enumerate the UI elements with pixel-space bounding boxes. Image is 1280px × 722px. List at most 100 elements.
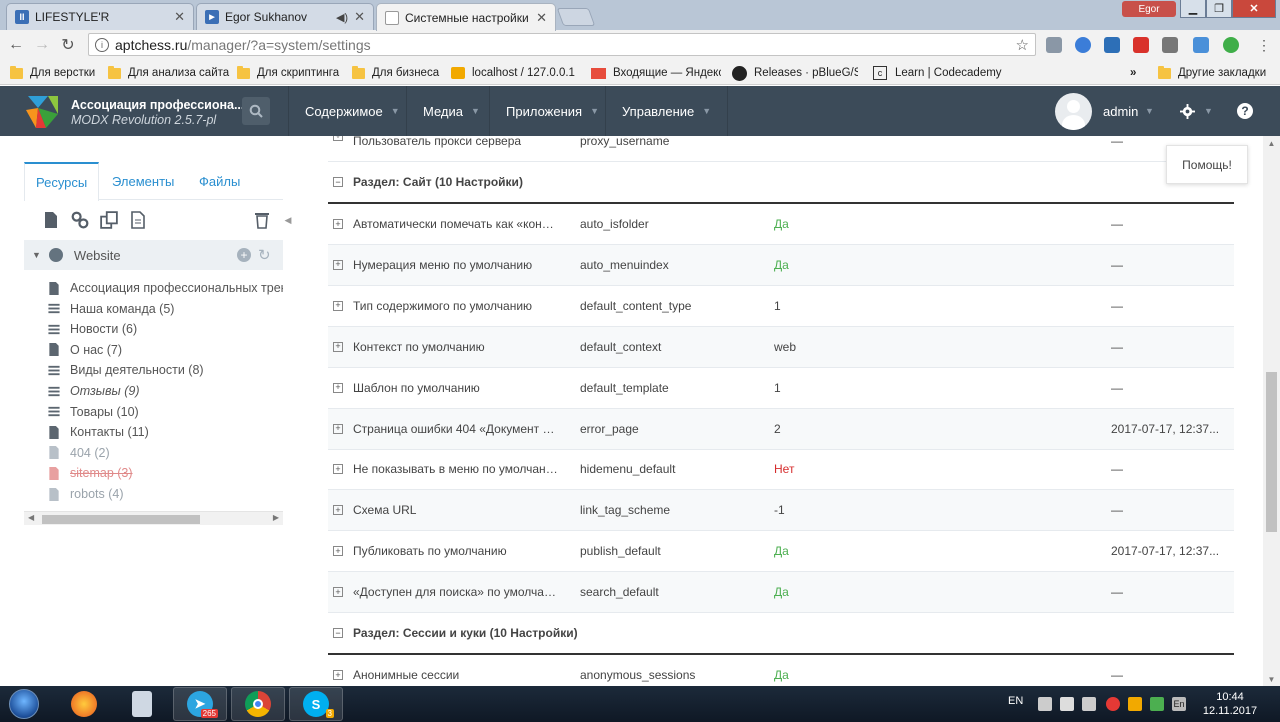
expand-row-icon[interactable]: + bbox=[333, 136, 343, 141]
maximize-button[interactable]: ❐ bbox=[1206, 0, 1232, 18]
taskbar-skype[interactable]: S3 bbox=[289, 687, 343, 721]
refresh-icon[interactable]: ↻ bbox=[258, 246, 271, 264]
extension-icon[interactable] bbox=[1133, 37, 1149, 53]
minimize-button[interactable]: ▁ bbox=[1180, 0, 1206, 18]
setting-value[interactable]: Нет bbox=[774, 462, 794, 476]
expand-row-icon[interactable]: + bbox=[333, 423, 343, 434]
setting-value[interactable]: Да bbox=[774, 258, 789, 272]
flag-icon[interactable] bbox=[1038, 697, 1052, 711]
bookmark-folder[interactable]: Для бизнеса bbox=[352, 64, 439, 82]
menu-apps[interactable]: Приложения ▼ bbox=[489, 86, 615, 136]
address-bar[interactable]: i aptchess.ru/manager/?a=system/settings… bbox=[88, 33, 1036, 56]
bookmark-folder-other[interactable]: Другие закладки bbox=[1158, 64, 1266, 82]
close-tab-icon[interactable]: ✕ bbox=[536, 10, 547, 26]
menu-content[interactable]: Содержимое ▼ bbox=[288, 86, 416, 136]
close-tab-icon[interactable]: ✕ bbox=[174, 9, 185, 25]
taskbar-calculator[interactable] bbox=[115, 687, 169, 721]
network-icon[interactable] bbox=[1060, 697, 1074, 711]
tab-elements[interactable]: Элементы bbox=[112, 162, 174, 200]
scrollbar-thumb[interactable] bbox=[1266, 372, 1277, 532]
setting-value[interactable]: 1 bbox=[774, 299, 781, 313]
setting-row[interactable]: + Анонимные сессии anonymous_sessions Да — bbox=[328, 655, 1234, 686]
browser-tab-egor[interactable]: ▶ Egor Sukhanov ◀) ✕ bbox=[196, 3, 374, 30]
static-resource-icon[interactable] bbox=[129, 211, 147, 229]
setting-value[interactable]: 2 bbox=[774, 422, 781, 436]
expand-row-icon[interactable]: + bbox=[333, 546, 343, 557]
menu-kebab-icon[interactable]: ⋮ bbox=[1254, 35, 1274, 55]
setting-row[interactable]: + Публиковать по умолчанию publish_default… bbox=[328, 531, 1234, 573]
bookmark-link[interactable]: Releases · pBlueG/SA bbox=[732, 64, 858, 82]
scroll-right-icon[interactable]: ▶ bbox=[273, 513, 279, 522]
expand-row-icon[interactable]: + bbox=[333, 382, 343, 393]
caret-down-icon[interactable]: ▼ bbox=[32, 250, 41, 260]
expand-row-icon[interactable]: + bbox=[333, 259, 343, 270]
menu-manage[interactable]: Управление ▼ bbox=[605, 86, 729, 136]
collapse-group-icon[interactable]: − bbox=[333, 177, 343, 187]
setting-row[interactable]: + Не показывать в меню по умолчанию hideme… bbox=[328, 449, 1234, 491]
add-icon[interactable]: + bbox=[237, 248, 251, 262]
scroll-down-icon[interactable]: ▼ bbox=[1263, 672, 1280, 686]
bookmark-star-icon[interactable]: ☆ bbox=[1016, 36, 1029, 54]
bookmark-folder[interactable]: Для верстки bbox=[10, 64, 95, 82]
tree-item[interactable]: Контакты (11) bbox=[48, 422, 149, 442]
trash-icon[interactable] bbox=[253, 211, 271, 229]
antivirus-icon[interactable] bbox=[1106, 697, 1120, 711]
menu-media[interactable]: Медиа ▼ bbox=[406, 86, 496, 136]
bookmark-link[interactable]: c Learn | Codecademy bbox=[873, 64, 1002, 82]
bookmark-link[interactable]: Входящие — Яндекс bbox=[591, 64, 721, 82]
search-button[interactable] bbox=[242, 97, 270, 125]
scrollbar-thumb[interactable] bbox=[42, 515, 200, 524]
extension-icon[interactable] bbox=[1104, 37, 1120, 53]
extension-icon[interactable] bbox=[1046, 37, 1062, 53]
tree-item[interactable]: Ассоциация профессиональных трен bbox=[48, 278, 283, 298]
close-window-button[interactable]: ✕ bbox=[1232, 0, 1276, 18]
bookmark-link[interactable]: localhost / 127.0.0.1 bbox=[451, 64, 575, 82]
setting-row[interactable]: + Пользователь прокси сервера proxy_userna… bbox=[328, 136, 1234, 162]
forward-icon[interactable]: → bbox=[32, 35, 52, 55]
setting-value[interactable]: -1 bbox=[774, 503, 785, 517]
expand-row-icon[interactable]: + bbox=[333, 505, 343, 516]
bookmark-folder[interactable]: Для анализа сайта bbox=[108, 64, 229, 82]
settings-group-header[interactable]: − Раздел: Сайт (10 Настройки) bbox=[328, 162, 1234, 204]
tree-item[interactable]: Отзывы (9) bbox=[48, 381, 139, 401]
tree-item[interactable]: robots (4) bbox=[48, 484, 124, 504]
back-icon[interactable]: ← bbox=[6, 35, 26, 55]
avatar[interactable] bbox=[1055, 93, 1092, 130]
bookmarks-overflow-button[interactable]: » bbox=[1130, 64, 1136, 82]
setting-value[interactable]: web bbox=[774, 340, 796, 354]
extension-icon[interactable] bbox=[1223, 37, 1239, 53]
tab-resources[interactable]: Ресурсы bbox=[24, 162, 100, 201]
tray-app-icon[interactable] bbox=[1150, 697, 1164, 711]
tree-item[interactable]: Наша команда (5) bbox=[48, 299, 174, 319]
extension-icon[interactable] bbox=[1162, 37, 1178, 53]
reload-icon[interactable]: ↻ bbox=[58, 35, 78, 55]
browser-tab-settings[interactable]: Системные настройки | ✕ bbox=[376, 3, 556, 31]
collapse-panel-icon[interactable]: ◀ bbox=[283, 210, 293, 230]
setting-row[interactable]: + Контекст по умолчанию default_context web… bbox=[328, 326, 1234, 368]
bookmark-folder[interactable]: Для скриптинга bbox=[237, 64, 339, 82]
setting-row[interactable]: + Тип содержимого по умолчанию default_con… bbox=[328, 286, 1234, 327]
user-name[interactable]: admin bbox=[1103, 104, 1138, 119]
gear-icon[interactable] bbox=[1180, 104, 1195, 119]
new-document-icon[interactable] bbox=[42, 211, 60, 229]
scroll-left-icon[interactable]: ◀ bbox=[28, 513, 34, 522]
weblink-icon[interactable] bbox=[71, 211, 89, 229]
browser-tab-lifestyler[interactable]: II LIFESTYLE'R ✕ bbox=[6, 3, 194, 30]
profile-button[interactable]: Egor bbox=[1122, 1, 1176, 17]
setting-row[interactable]: + «Доступен для поиска» по умолчанию searc… bbox=[328, 572, 1234, 614]
expand-row-icon[interactable]: + bbox=[333, 587, 343, 598]
modx-logo-icon[interactable] bbox=[24, 94, 60, 130]
setting-row[interactable]: + Автоматически помечать как «конте... aut… bbox=[328, 204, 1234, 245]
settings-group-header[interactable]: − Раздел: Сессии и куки (10 Настройки) bbox=[328, 613, 1234, 655]
expand-row-icon[interactable]: + bbox=[333, 300, 343, 311]
new-tab-button[interactable] bbox=[556, 8, 596, 26]
tree-item[interactable]: Товары (10) bbox=[48, 402, 139, 422]
setting-value[interactable]: Да bbox=[774, 544, 789, 558]
setting-value[interactable]: Да bbox=[774, 668, 789, 682]
keyboard-layout-icon[interactable]: En bbox=[1172, 697, 1186, 711]
tab-files[interactable]: Файлы bbox=[199, 162, 240, 200]
volume-icon[interactable] bbox=[1082, 697, 1096, 711]
tray-app-icon[interactable] bbox=[1128, 697, 1142, 711]
setting-row[interactable]: + Нумерация меню по умолчанию auto_menuind… bbox=[328, 244, 1234, 286]
scroll-up-icon[interactable]: ▲ bbox=[1263, 136, 1280, 150]
